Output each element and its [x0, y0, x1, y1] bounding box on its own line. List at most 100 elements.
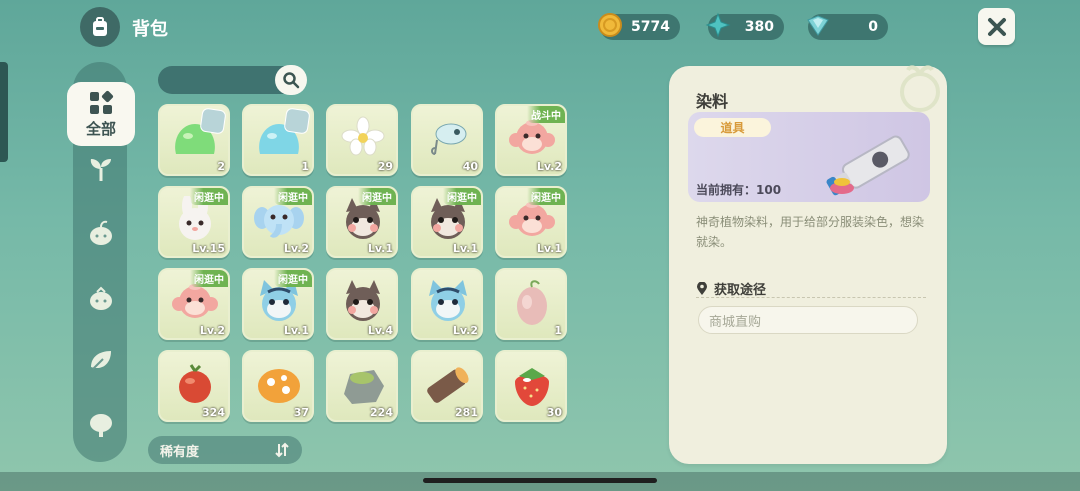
- currency-star-shard-value: 380: [744, 19, 774, 35]
- item-count: Lv.4: [367, 324, 393, 337]
- item-count: Lv.2: [199, 324, 225, 337]
- category-vine-tab[interactable]: [86, 346, 116, 376]
- location-pin-icon: [697, 281, 707, 295]
- item-slot-blue-cat-pet[interactable]: Lv.2: [411, 268, 483, 340]
- item-count: 37: [293, 406, 309, 419]
- item-type-chip: 道具: [694, 118, 771, 137]
- source-heading-label: 获取途径: [714, 283, 767, 298]
- item-slot-elephant-pet[interactable]: 闲逛中 Lv.2: [242, 186, 314, 258]
- panel-decor-icon: [900, 65, 940, 112]
- red-berry-icon: [170, 360, 220, 410]
- status-badge: 闲逛中: [358, 188, 396, 205]
- raccoon-pet-icon: [338, 278, 388, 328]
- status-badge: 闲逛中: [527, 188, 565, 205]
- category-all-tab[interactable]: 全部: [67, 82, 135, 146]
- item-count: 324: [202, 406, 225, 419]
- gift-tag-icon: [199, 107, 227, 135]
- item-slot-white-flower[interactable]: 29: [326, 104, 398, 176]
- item-slot-raccoon-pet[interactable]: 闲逛中 Lv.1: [411, 186, 483, 258]
- item-slot-fishing-lure[interactable]: 40: [411, 104, 483, 176]
- crystal-icon: [804, 11, 832, 39]
- item-slot-blue-slime[interactable]: 1: [242, 104, 314, 176]
- source-heading: 获取途径: [696, 279, 766, 298]
- item-count: 1: [301, 160, 309, 173]
- item-count: 29: [377, 160, 393, 173]
- status-badge: 闲逛中: [274, 188, 312, 205]
- page-title: 背包: [132, 19, 168, 40]
- item-slot-mossy-stone[interactable]: 224: [326, 350, 398, 422]
- coin-icon: [596, 11, 624, 39]
- search-icon: [283, 72, 300, 89]
- close-icon: [987, 17, 1006, 36]
- item-slot-wood-log[interactable]: 281: [411, 350, 483, 422]
- item-count: 30: [546, 406, 562, 419]
- white-flower-icon: [338, 114, 388, 164]
- item-slot-monkey-pet[interactable]: 闲逛中 Lv.2: [158, 268, 230, 340]
- item-count: 1: [554, 324, 562, 337]
- left-edge-handle: [0, 62, 8, 162]
- category-all-label: 全部: [85, 119, 116, 138]
- backpack-icon: [80, 7, 120, 47]
- status-badge: 闲逛中: [443, 188, 481, 205]
- currency-gold-value: 5774: [631, 19, 670, 35]
- wood-log-icon: [423, 360, 473, 410]
- sort-icon: [275, 442, 289, 458]
- orange-mushroom-icon: [254, 360, 304, 410]
- item-count: Lv.2: [452, 324, 478, 337]
- item-description: 神奇植物染料，用于给部分服装染色，想染就染。: [696, 215, 925, 249]
- item-slot-blue-cat-pet[interactable]: 闲逛中 Lv.1: [242, 268, 314, 340]
- item-count: 40: [462, 160, 478, 173]
- item-slot-orange-mushroom[interactable]: 37: [242, 350, 314, 422]
- star-shard-icon: [704, 11, 732, 39]
- source-shop-button[interactable]: 商城直购: [698, 306, 918, 334]
- sort-bar[interactable]: 稀有度: [148, 436, 302, 464]
- item-slot-raccoon-pet[interactable]: 闲逛中 Lv.1: [326, 186, 398, 258]
- status-badge: 闲逛中: [274, 270, 312, 287]
- category-seedling-tab[interactable]: [86, 283, 116, 313]
- sort-label: 稀有度: [160, 444, 200, 460]
- currency-star-shard: 380: [705, 12, 784, 40]
- strawberry-icon: [507, 360, 557, 410]
- sprout-icon: [90, 159, 111, 181]
- leaf-bud-icon: [90, 220, 112, 245]
- item-count: Lv.2: [536, 160, 562, 173]
- item-slot-strawberry[interactable]: 30: [495, 350, 567, 422]
- item-count: 281: [455, 406, 478, 419]
- blue-cat-pet-icon: [423, 278, 473, 328]
- item-count: 2: [217, 160, 225, 173]
- vine-leaf-icon: [91, 351, 111, 370]
- item-count: Lv.1: [367, 242, 393, 255]
- egg-seed-icon: [507, 278, 557, 328]
- seedling-icon: [90, 286, 112, 310]
- category-sprout-tab[interactable]: [86, 154, 116, 184]
- item-slot-monkey-pet[interactable]: 战斗中 Lv.2: [495, 104, 567, 176]
- item-count: Lv.1: [283, 324, 309, 337]
- item-slot-egg-seed[interactable]: 1: [495, 268, 567, 340]
- item-slot-bunny-pet[interactable]: 闲逛中 Lv.15: [158, 186, 230, 258]
- category-tree-tab[interactable]: [86, 410, 116, 440]
- item-slot-green-slime[interactable]: 2: [158, 104, 230, 176]
- fishing-lure-icon: [423, 114, 473, 164]
- category-bud-tab[interactable]: [86, 218, 116, 248]
- status-badge: 战斗中: [527, 106, 565, 123]
- dye-tube-icon: [826, 135, 910, 196]
- owned-count: 当前拥有：100: [696, 183, 782, 197]
- search-button[interactable]: [275, 65, 307, 95]
- item-slot-red-berry[interactable]: 324: [158, 350, 230, 422]
- currency-crystal: 0: [807, 14, 888, 40]
- status-badge: 闲逛中: [190, 270, 228, 287]
- item-count: 224: [370, 406, 393, 419]
- gift-tag-icon: [283, 107, 311, 135]
- grid-icon: [90, 90, 114, 114]
- source-divider: [696, 297, 926, 298]
- home-indicator[interactable]: [423, 478, 657, 483]
- close-button[interactable]: [978, 8, 1015, 45]
- item-count: Lv.1: [452, 242, 478, 255]
- mossy-stone-icon: [338, 360, 388, 410]
- item-count: Lv.1: [536, 242, 562, 255]
- item-count: Lv.15: [192, 242, 225, 255]
- item-slot-monkey-pet[interactable]: 闲逛中 Lv.1: [495, 186, 567, 258]
- item-slot-raccoon-pet[interactable]: Lv.4: [326, 268, 398, 340]
- item-count: Lv.2: [283, 242, 309, 255]
- status-badge: 闲逛中: [190, 188, 228, 205]
